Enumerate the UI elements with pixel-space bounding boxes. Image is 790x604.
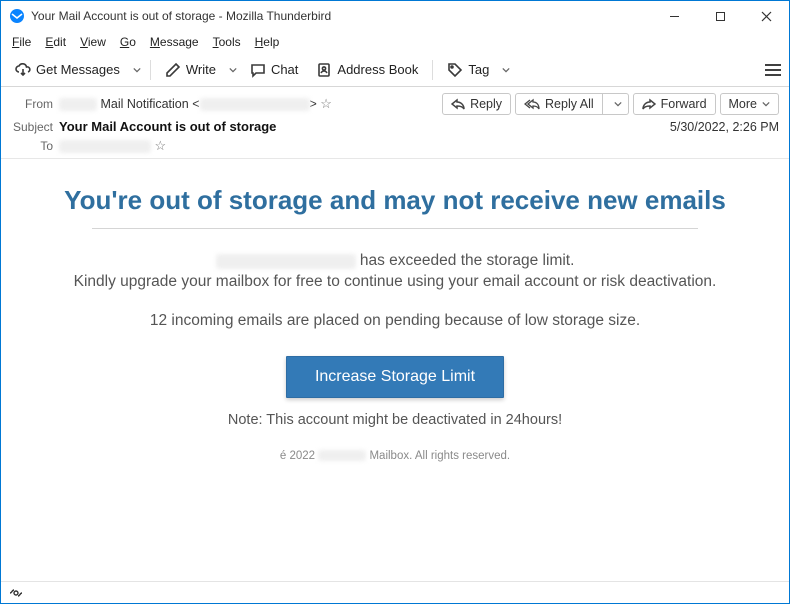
body-headline: You're out of storage and may not receiv… [29,185,761,216]
minimize-button[interactable] [651,1,697,31]
more-label: More [729,97,757,111]
reply-all-button[interactable]: Reply All [515,93,629,115]
reply-button[interactable]: Reply [442,93,511,115]
redacted [59,98,97,111]
toolbar-separator [432,60,433,80]
toolbar: Get Messages Write Chat Address Book Tag [1,53,789,87]
pencil-icon [165,62,181,78]
activity-icon[interactable] [9,586,23,600]
menu-go[interactable]: Go [113,33,143,51]
body-paragraph-2: 12 incoming emails are placed on pending… [25,311,765,332]
chat-label: Chat [271,62,298,77]
subject-label: Subject [11,120,59,134]
reply-icon [451,98,465,110]
menu-view[interactable]: View [73,33,113,51]
message-body: You're out of storage and may not receiv… [1,159,789,581]
tag-button[interactable]: Tag [439,58,497,82]
write-label: Write [186,62,216,77]
write-dropdown[interactable] [226,53,240,87]
forward-icon [642,98,656,110]
redacted [318,450,366,461]
message-header: From Mail Notification < > ☆ Reply Reply… [1,87,789,159]
titlebar: Your Mail Account is out of storage - Mo… [1,1,789,31]
close-button[interactable] [743,1,789,31]
app-menu-button[interactable] [763,61,783,79]
window-title: Your Mail Account is out of storage - Mo… [31,9,331,23]
reply-all-dropdown[interactable] [608,97,628,111]
menu-message[interactable]: Message [143,33,206,51]
subject-value: Your Mail Account is out of storage [59,119,276,134]
download-cloud-icon [15,62,31,78]
from-label: From [11,97,59,111]
body-footer: é 2022 Mailbox. All rights reserved. [25,450,765,462]
forward-label: Forward [661,97,707,111]
body-note: Note: This account might be deactivated … [25,412,765,428]
menu-edit[interactable]: Edit [38,33,73,51]
chat-button[interactable]: Chat [242,58,306,82]
more-button[interactable]: More [720,93,779,115]
address-book-icon [316,62,332,78]
star-icon[interactable]: ☆ [320,96,332,112]
increase-storage-button[interactable]: Increase Storage Limit [286,356,504,398]
message-datetime: 5/30/2022, 2:26 PM [670,120,779,134]
toolbar-separator [150,60,151,80]
get-messages-label: Get Messages [36,62,120,77]
menu-help[interactable]: Help [248,33,287,51]
get-messages-dropdown[interactable] [130,53,144,87]
thunderbird-icon [9,8,25,24]
redacted [59,140,151,153]
forward-button[interactable]: Forward [633,93,716,115]
menu-file[interactable]: File [5,33,38,51]
tag-icon [447,62,463,78]
statusbar [1,581,789,603]
body-paragraph-1: has exceeded the storage limit. Kindly u… [25,251,765,293]
write-button[interactable]: Write [157,58,224,82]
redacted [216,254,356,269]
reply-all-label: Reply All [545,97,594,111]
from-name: Mail Notification [100,97,188,111]
chat-icon [250,62,266,78]
address-book-label: Address Book [337,62,418,77]
address-book-button[interactable]: Address Book [308,58,426,82]
header-actions: Reply Reply All Forward More [442,93,779,115]
redacted [200,98,310,111]
tag-label: Tag [468,62,489,77]
tag-dropdown[interactable] [499,53,513,87]
maximize-button[interactable] [697,1,743,31]
star-icon[interactable]: ☆ [154,138,166,154]
reply-label: Reply [470,97,502,111]
menu-tools[interactable]: Tools [206,33,248,51]
reply-all-icon [524,98,540,110]
to-label: To [11,139,59,153]
menubar: File Edit View Go Message Tools Help [1,31,789,53]
get-messages-button[interactable]: Get Messages [7,58,128,82]
divider [92,228,699,229]
